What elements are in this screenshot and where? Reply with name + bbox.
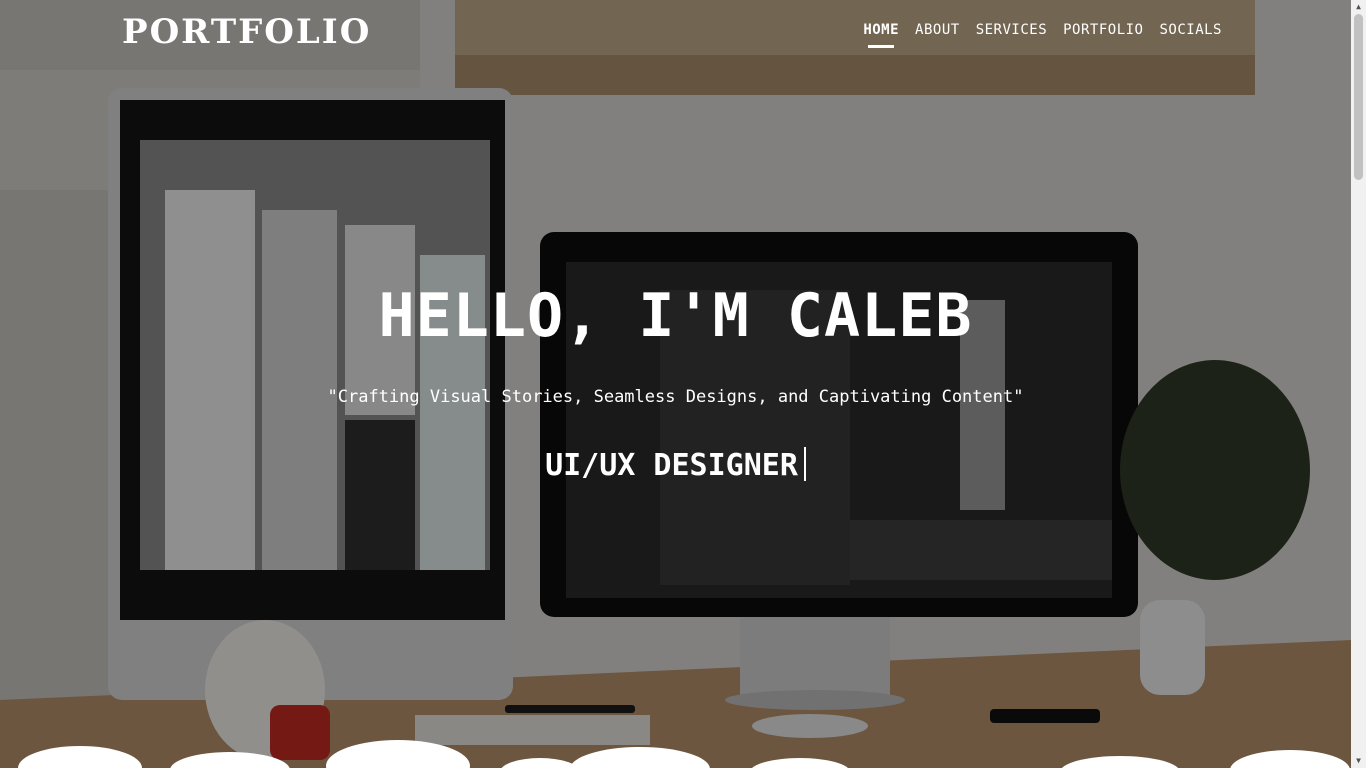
chevron-up-icon[interactable]: ▲ [1351,0,1366,14]
chevron-down-icon[interactable]: ▼ [1351,754,1366,768]
cloud-divider [18,740,1350,768]
hero-tagline: "Crafting Visual Stories, Seamless Desig… [327,387,1024,407]
typing-cursor [803,447,806,481]
page: PORTFOLIO HOME ABOUT SERVICES PORTFOLIO … [0,0,1351,768]
hero-title: HELLO, I'M CALEB [378,281,973,351]
hero-role-text: UI/UX DESIGNER [545,448,798,483]
page-scrollbar[interactable]: ▲ ▼ [1351,0,1366,768]
hero-role-line: UI/UX DESIGNER [0,446,1351,486]
scrollbar-thumb[interactable] [1354,14,1363,180]
hero-section: HELLO, I'M CALEB "Crafting Visual Storie… [0,0,1351,768]
